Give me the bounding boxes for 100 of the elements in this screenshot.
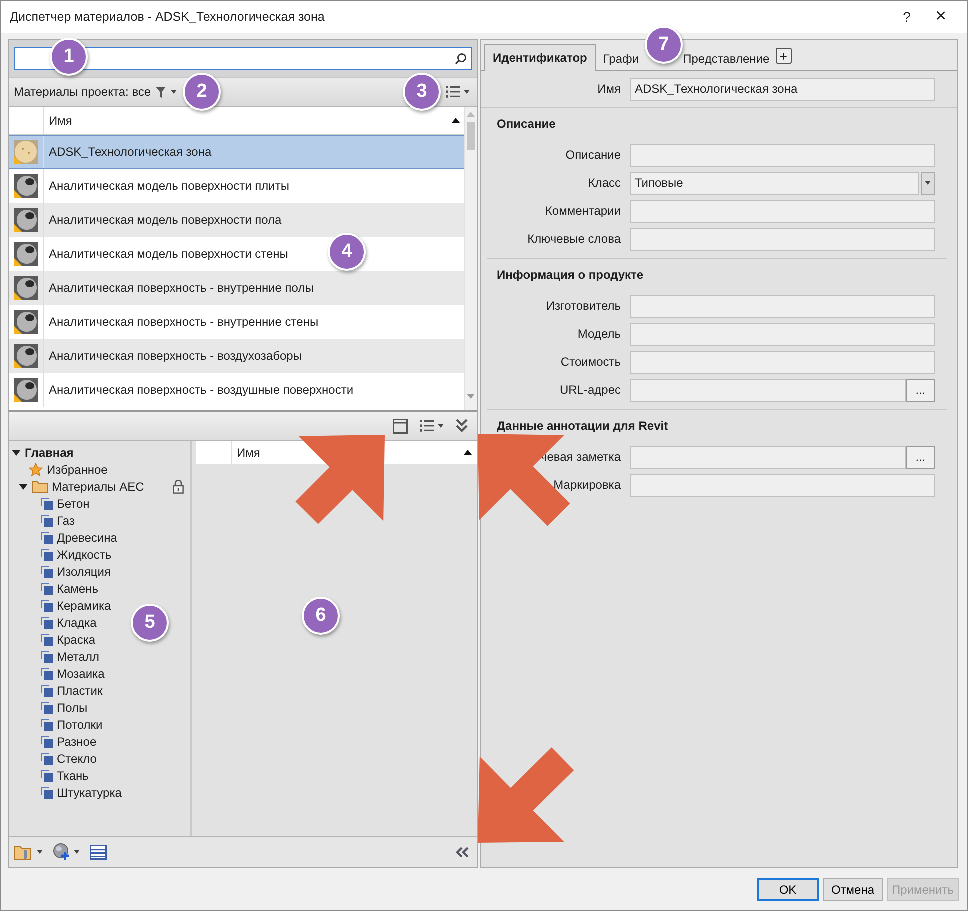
browse-button[interactable]: ... [906,446,935,468]
double-chevron-down-icon[interactable] [456,419,468,433]
tree-item[interactable]: Стекло [57,752,97,766]
tree-item[interactable]: Бетон [57,496,90,510]
view-options-button[interactable] [444,84,472,100]
input-field[interactable] [630,378,906,402]
tree-item[interactable]: Древесина [57,530,118,544]
section-title: Данные аннотации для Revit [496,418,670,435]
double-chevron-left-icon[interactable] [456,846,469,858]
material-name: Аналитическая поверхность - внутренние стены [48,315,319,329]
sort-arrow-icon [452,118,460,123]
material-row[interactable]: Аналитическая модель поверхности плиты [9,169,464,203]
list-view-icon [446,86,460,98]
material-row[interactable]: Аналитическая поверхность - воздушные поверхности [9,373,464,407]
tree-item[interactable]: Полы [57,700,88,714]
section-title: Информация о продукте [496,267,645,284]
tree-item[interactable]: Изоляция [57,564,111,578]
input-field[interactable]: ADSK_Технологическая зона [630,78,935,100]
tree-item[interactable]: Краска [57,632,96,646]
material-name: Аналитическая поверхность - воздушные поверхности [48,383,354,397]
stacked-squares-icon [41,548,53,560]
input-field[interactable] [630,350,935,374]
tab[interactable]: Идентификатор [484,44,596,71]
folder-icon[interactable] [14,844,34,860]
stacked-squares-icon [41,718,53,730]
stacked-squares-icon [41,786,53,798]
material-row[interactable]: Аналитическая поверхность - воздухозаборы [9,339,464,373]
input-field[interactable] [630,474,935,496]
field-label: Класс [587,176,622,190]
sort-arrow-icon [464,450,472,455]
filter-dropdown[interactable]: Материалы проекта: все [14,85,178,99]
caret-icon [37,850,43,854]
globe-add-icon[interactable] [53,843,71,861]
tree-item[interactable]: Кладка [57,616,97,630]
material-name: Аналитическая поверхность - воздухозаборы [48,349,302,363]
view-options-button[interactable] [420,420,444,432]
add-tab-button[interactable]: + [776,48,792,64]
tree-item[interactable]: Ткань [57,768,89,782]
field-label: Комментарии [544,204,622,218]
tree-item[interactable]: Мозаика [57,666,105,680]
stacked-squares-icon [41,650,53,662]
stacked-squares-icon [41,498,53,510]
column-header[interactable]: Имя [44,114,464,128]
field-label: Стоимость [560,355,622,369]
input-field[interactable] [630,322,935,346]
tree-item[interactable]: Металл [57,650,100,664]
create-material-button[interactable] [53,843,80,861]
field-label: Модель [576,327,622,341]
material-row[interactable]: Аналитическая модель поверхности пола [9,203,464,237]
dialog-button[interactable]: OK [756,878,819,901]
tree-item[interactable]: Штукатурка [57,786,122,800]
field-label: Маркировка [552,478,622,492]
material-name: ADSK_Технологическая зона [48,145,212,159]
open-library-button[interactable] [14,844,43,860]
material-thumbnail-icon [14,140,38,164]
list-view-icon [420,420,434,432]
tree-item[interactable]: Пластик [57,684,103,698]
tree-item[interactable]: Потолки [57,718,103,732]
input-field[interactable] [630,294,935,318]
input-field[interactable] [630,228,935,250]
tree-item[interactable]: Разное [57,734,97,748]
field-label: Ключевые слова [526,232,622,246]
expanded-triangle-icon[interactable] [19,482,28,491]
stacked-squares-icon [41,514,53,526]
close-button[interactable]: × [924,6,958,28]
search-field[interactable] [14,47,472,70]
browse-button[interactable]: ... [906,378,935,402]
tree-item[interactable]: Материалы AEC [52,480,144,494]
input-field[interactable] [630,446,906,468]
material-row[interactable]: ADSK_Технологическая зона [9,135,464,169]
input-field[interactable] [630,200,935,222]
input-field[interactable] [630,144,935,166]
dialog-button[interactable]: Отмена [822,878,883,901]
tab[interactable]: Графи [603,47,640,71]
material-thumbnail-icon [14,242,38,266]
material-row[interactable]: Аналитическая поверхность - внутренние полы [9,271,464,305]
field-label: чевая заметка [540,450,622,464]
tree-item[interactable]: Газ [57,514,75,528]
tree-item[interactable]: Главная [25,446,74,460]
material-thumbnail-icon [14,344,38,368]
material-thumbnail-icon [14,310,38,334]
expanded-triangle-icon[interactable] [12,448,21,457]
material-thumbnail-icon [14,378,38,402]
dropdown-field[interactable]: Типовые [630,172,919,194]
tree-item[interactable]: Камень [57,582,98,596]
tab[interactable]: Представление [683,47,770,71]
field-label: Изготовитель [545,299,622,313]
tree-item[interactable]: Избранное [47,462,108,476]
stacked-squares-icon [41,566,53,578]
material-name: Аналитическая модель поверхности плиты [48,179,290,193]
tree-item[interactable]: Жидкость [57,548,112,562]
panel-icon[interactable] [393,418,408,434]
help-button[interactable]: ? [890,9,924,25]
material-row[interactable]: Аналитическая поверхность - внутренние стены [9,305,464,339]
material-name: Аналитическая поверхность - внутренние полы [48,281,314,295]
stacked-squares-icon [41,736,53,748]
list-panel-icon[interactable] [90,844,107,860]
stacked-squares-icon [41,634,53,646]
caret-icon [74,850,80,854]
tree-item[interactable]: Керамика [57,598,112,612]
